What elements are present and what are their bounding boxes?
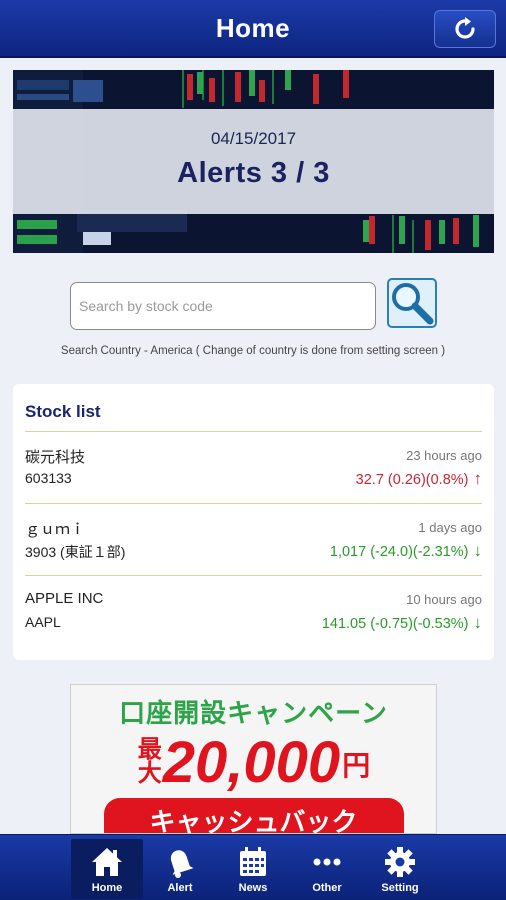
stock-name: ｇｕｍｉ <box>25 521 86 538</box>
stock-row[interactable]: ｇｕｍｉ 3903 (東証１部) 1 days ago 1,017 (-24.0… <box>25 504 482 570</box>
stock-row[interactable]: APPLE INC AAPL 10 hours ago 141.05 (-0.7… <box>25 576 482 642</box>
tab-label: Home <box>91 882 123 894</box>
stock-price-text: 32.7 (0.26)(0.8%) <box>355 472 469 488</box>
tab-label: Alert <box>167 882 193 894</box>
arrow-down-icon: ↓ <box>473 613 483 632</box>
app-header: Home <box>0 0 506 58</box>
ad-amount-line: 最大 20,000 円 <box>71 732 436 794</box>
ad-max-label: 最大 <box>137 736 162 787</box>
bell-icon <box>170 850 194 878</box>
stock-code: 603133 <box>25 470 72 486</box>
search-country-note: Search Country - America ( Change of cou… <box>60 345 446 357</box>
refresh-button[interactable] <box>434 10 496 48</box>
tab-alert[interactable]: Alert <box>144 839 216 899</box>
more-icon <box>313 858 341 866</box>
bottom-tab-bar: Home Alert News Other Setting <box>0 834 506 900</box>
page-title: Home <box>215 12 291 43</box>
search-button[interactable] <box>386 277 438 329</box>
stock-row[interactable]: 碳元科技 603133 23 hours ago 32.7 (0.26)(0.8… <box>25 432 482 498</box>
calendar-icon <box>240 847 266 876</box>
stock-price: 32.7 (0.26)(0.8%) ↑ <box>356 469 482 489</box>
stock-updated-time: 23 hours ago <box>406 448 482 463</box>
stock-code: AAPL <box>25 614 61 630</box>
stock-name: APPLE INC <box>25 590 104 607</box>
tab-setting[interactable]: Setting <box>364 839 436 899</box>
tab-label: Other <box>312 882 342 894</box>
stock-list-title: Stock list <box>25 402 101 421</box>
tab-label: Setting <box>381 882 419 894</box>
ad-cashback: キャッシュバック <box>103 798 404 833</box>
stock-name: 碳元科技 <box>25 449 86 466</box>
alert-date: 04/15/2017 <box>210 129 297 148</box>
campaign-ad-banner[interactable]: 口座開設キャンペーン 最大 20,000 円 キャッシュバック <box>70 684 437 834</box>
stock-updated-time: 10 hours ago <box>406 592 482 607</box>
gear-icon <box>385 847 415 877</box>
magnifier-icon <box>387 278 437 328</box>
refresh-icon <box>455 17 475 39</box>
stock-price: 1,017 (-24.0)(-2.31%) ↓ <box>330 541 482 561</box>
tab-news[interactable]: News <box>217 839 289 899</box>
home-icon <box>92 848 122 876</box>
stock-list-card: Stock list 碳元科技 603133 23 hours ago 32.7… <box>13 384 494 660</box>
alerts-banner[interactable]: 04/15/2017 Alerts 3 / 3 <box>13 70 494 253</box>
arrow-up-icon: ↑ <box>473 469 483 488</box>
stock-code: 3903 (東証１部) <box>25 544 126 560</box>
ad-headline: 口座開設キャンペーン <box>119 698 388 728</box>
arrow-down-icon: ↓ <box>473 541 483 560</box>
alerts-count: Alerts 3 / 3 <box>177 157 330 189</box>
alerts-overlay: 04/15/2017 Alerts 3 / 3 <box>13 109 494 214</box>
ad-yen: 円 <box>342 750 371 781</box>
stock-updated-time: 1 days ago <box>418 520 482 535</box>
tab-other[interactable]: Other <box>291 839 363 899</box>
search-input[interactable] <box>70 282 376 330</box>
tab-label: News <box>238 882 268 894</box>
ad-amount: 20,000 <box>162 730 341 795</box>
stock-price-text: 1,017 (-24.0)(-2.31%) <box>329 544 469 560</box>
tab-home[interactable]: Home <box>71 839 143 899</box>
stock-price-text: 141.05 (-0.75)(-0.53%) <box>321 616 469 632</box>
stock-price: 141.05 (-0.75)(-0.53%) ↓ <box>322 613 482 633</box>
